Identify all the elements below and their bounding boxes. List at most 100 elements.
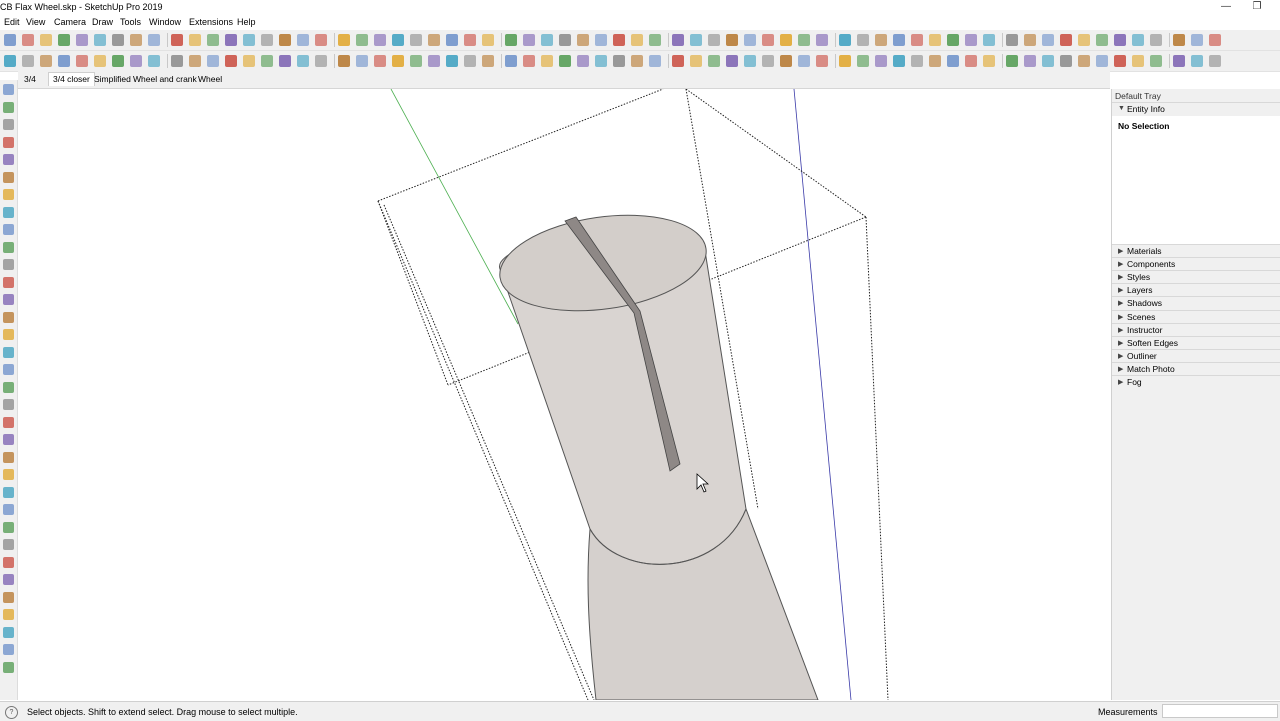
print-icon[interactable] — [58, 55, 70, 67]
wireframe-icon[interactable] — [279, 55, 291, 67]
textured-icon[interactable] — [1132, 34, 1144, 46]
select-icon[interactable] — [3, 574, 14, 585]
iso-view-icon[interactable] — [130, 55, 142, 67]
section-plane-icon[interactable] — [1132, 55, 1144, 67]
hidden-line-icon[interactable] — [1006, 55, 1018, 67]
styles-icon[interactable] — [410, 55, 422, 67]
panel-match-photo[interactable]: ▶ Match Photo — [1112, 361, 1280, 376]
components-icon[interactable] — [189, 34, 201, 46]
zoom-icon[interactable] — [3, 451, 14, 463]
orbit-icon[interactable] — [3, 416, 14, 428]
zoom-icon[interactable] — [1191, 55, 1203, 67]
section-plane-icon[interactable] — [3, 399, 14, 410]
look-around-icon[interactable] — [3, 539, 14, 550]
undo-icon[interactable] — [22, 55, 34, 67]
top-view-icon[interactable] — [243, 34, 255, 46]
tab-3-4[interactable]: 3/4 — [20, 73, 40, 86]
rotate-icon[interactable] — [690, 55, 702, 67]
menu-draw[interactable]: Draw — [92, 17, 113, 27]
panel-scenes[interactable]: ▶ Scenes — [1112, 309, 1280, 324]
menu-window[interactable]: Window — [149, 17, 181, 27]
section-plane-icon[interactable] — [523, 34, 535, 46]
hidden-line-icon[interactable] — [3, 276, 14, 288]
components-icon[interactable] — [893, 34, 905, 46]
model-info-icon[interactable] — [76, 55, 88, 67]
redo-icon[interactable] — [744, 55, 756, 67]
previous-view-icon[interactable] — [3, 504, 14, 515]
monochrome-icon[interactable] — [356, 55, 368, 67]
menu-tools[interactable]: Tools — [120, 17, 141, 27]
wireframe-icon[interactable] — [983, 55, 995, 67]
rotate-icon[interactable] — [3, 644, 14, 655]
left-view-icon[interactable] — [315, 34, 327, 46]
xray-icon[interactable] — [965, 55, 977, 67]
xray-icon[interactable] — [3, 241, 14, 253]
home-icon[interactable] — [3, 101, 14, 113]
monochrome-icon[interactable] — [1060, 55, 1072, 67]
textured-icon[interactable] — [338, 55, 350, 67]
hidden-line-icon[interactable] — [392, 34, 404, 46]
pan-icon[interactable] — [3, 434, 14, 445]
back-view-icon[interactable] — [297, 34, 309, 46]
model-viewport[interactable] — [18, 88, 1110, 701]
zoom-window-icon[interactable] — [595, 34, 607, 46]
position-camera-icon[interactable] — [3, 556, 14, 568]
back-view-icon[interactable] — [207, 55, 219, 67]
home-icon[interactable] — [207, 34, 219, 46]
extension-icon[interactable] — [392, 55, 404, 67]
zoom-icon[interactable] — [577, 34, 589, 46]
paint-bucket-icon[interactable] — [631, 55, 643, 67]
monochrome-icon[interactable] — [3, 329, 14, 340]
hidden-line-icon[interactable] — [297, 55, 309, 67]
minimize-button[interactable]: — — [1212, 0, 1240, 16]
left-view-icon[interactable] — [225, 55, 237, 67]
panel-fog[interactable]: ▶ Fog — [1112, 375, 1280, 389]
select-icon[interactable] — [4, 34, 16, 46]
right-view-icon[interactable] — [279, 34, 291, 46]
iso-view-icon[interactable] — [839, 55, 851, 67]
styles-icon[interactable] — [1114, 55, 1126, 67]
tab-3-4-closer[interactable]: 3/4 closer — [48, 72, 95, 86]
eraser-icon[interactable] — [40, 34, 52, 46]
shaded-icon[interactable] — [410, 34, 422, 46]
paint-bucket-icon[interactable] — [3, 591, 14, 603]
restore-button[interactable]: ❐ — [1243, 0, 1271, 16]
look-around-icon[interactable] — [577, 55, 589, 67]
bottom-view-icon[interactable] — [3, 224, 14, 235]
rotate-icon[interactable] — [780, 34, 792, 46]
undo-icon[interactable] — [816, 34, 828, 46]
textured-icon[interactable] — [3, 311, 14, 323]
components-icon[interactable] — [94, 55, 106, 67]
select-icon[interactable] — [613, 55, 625, 67]
panel-outliner[interactable]: ▶ Outliner — [1112, 348, 1280, 363]
paint-bucket-icon[interactable] — [726, 34, 738, 46]
components-icon[interactable] — [798, 55, 810, 67]
model-canvas[interactable] — [18, 88, 1110, 701]
shaded-icon[interactable] — [1114, 34, 1126, 46]
extension-icon[interactable] — [482, 34, 494, 46]
print-icon[interactable] — [857, 34, 869, 46]
panel-layers[interactable]: ▶ Layers — [1112, 283, 1280, 298]
rotate-icon[interactable] — [76, 34, 88, 46]
panel-soften-edges[interactable]: ▶ Soften Edges — [1112, 335, 1280, 350]
back-view-icon[interactable] — [911, 55, 923, 67]
front-view-icon[interactable] — [965, 34, 977, 46]
warehouse-icon[interactable] — [464, 34, 476, 46]
previous-view-icon[interactable] — [541, 55, 553, 67]
left-view-icon[interactable] — [3, 206, 14, 218]
orbit-icon[interactable] — [446, 55, 458, 67]
right-view-icon[interactable] — [189, 55, 201, 67]
redo-icon[interactable] — [130, 34, 142, 46]
look-around-icon[interactable] — [672, 34, 684, 46]
model-info-icon[interactable] — [171, 34, 183, 46]
zoom-extents-icon[interactable] — [3, 486, 14, 498]
home-icon[interactable] — [816, 55, 828, 67]
select-icon[interactable] — [708, 34, 720, 46]
previous-view-icon[interactable] — [631, 34, 643, 46]
move-icon[interactable] — [798, 34, 810, 46]
warehouse-icon[interactable] — [374, 55, 386, 67]
print-icon[interactable] — [762, 55, 774, 67]
front-view-icon[interactable] — [875, 55, 887, 67]
components-icon[interactable] — [3, 84, 14, 95]
tab-wheel-and-crank[interactable]: Wheel and crank — [129, 73, 201, 86]
